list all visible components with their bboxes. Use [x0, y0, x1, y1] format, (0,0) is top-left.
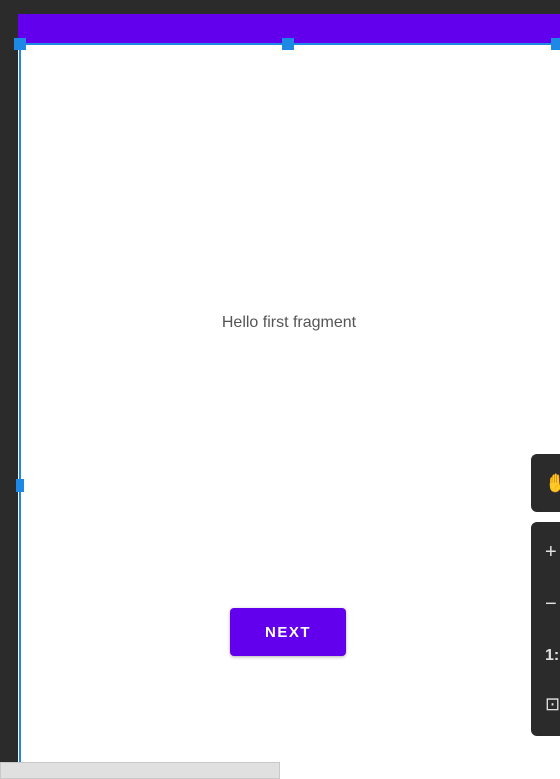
- resize-handle-top-right[interactable]: [551, 38, 560, 50]
- selection-outline: [19, 43, 559, 779]
- resize-handle-top-left[interactable]: [14, 38, 26, 50]
- device-preview: Hello first fragment NEXT: [14, 14, 560, 779]
- zoom-controls-panel: + − 1: ⊡: [531, 522, 560, 736]
- resize-handle-top-center[interactable]: [282, 38, 294, 50]
- horizontal-scrollbar[interactable]: [0, 762, 280, 779]
- hello-first-fragment-text[interactable]: Hello first fragment: [18, 314, 560, 332]
- hand-icon[interactable]: ✋: [545, 473, 560, 493]
- zoom-level-label[interactable]: 1:: [545, 646, 559, 666]
- resize-handle-left-middle[interactable]: [16, 479, 24, 492]
- zoom-in-icon[interactable]: +: [545, 542, 557, 562]
- fit-screen-icon[interactable]: ⊡: [545, 694, 560, 714]
- zoom-out-icon[interactable]: −: [545, 594, 557, 614]
- pan-tool-panel[interactable]: ✋: [531, 454, 560, 512]
- next-button[interactable]: NEXT: [230, 608, 346, 656]
